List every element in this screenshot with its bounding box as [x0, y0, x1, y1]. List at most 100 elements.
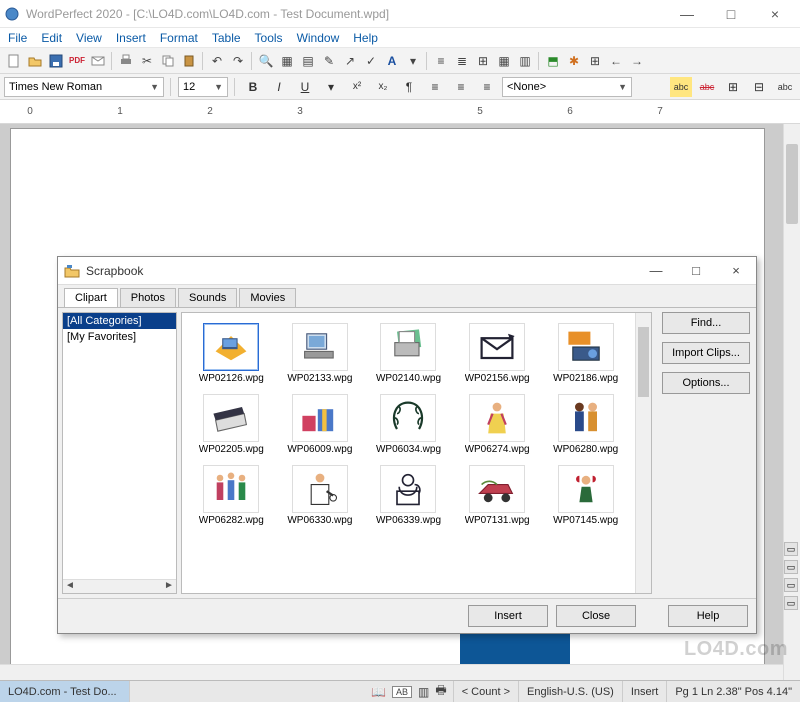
font-family-combo[interactable]: Times New Roman ▼ — [4, 77, 164, 97]
tab-clipart[interactable]: Clipart — [64, 288, 118, 307]
align-left-icon[interactable]: ≡ — [424, 77, 446, 97]
tool-icon[interactable]: ▾ — [320, 77, 342, 97]
dialog-titlebar[interactable]: Scrapbook — □ × — [58, 257, 756, 285]
save-icon[interactable] — [46, 51, 66, 71]
category-item[interactable]: [My Favorites] — [63, 329, 176, 345]
tool-icon[interactable]: ⊟ — [748, 77, 770, 97]
tool-icon[interactable]: ¶ — [398, 77, 420, 97]
tool-icon[interactable]: ✱ — [564, 51, 584, 71]
grid-scrollbar[interactable] — [635, 313, 651, 593]
clip-item[interactable]: WP06280.wpg — [542, 390, 629, 459]
tool-icon[interactable]: ⊞ — [585, 51, 605, 71]
font-size-combo[interactable]: 12 ▼ — [178, 77, 228, 97]
tool-icon[interactable]: ⊞ — [473, 51, 493, 71]
dialog-minimize-button[interactable]: — — [642, 263, 670, 278]
help-button[interactable]: Help — [668, 605, 748, 627]
tool-icon[interactable]: ▦ — [494, 51, 514, 71]
open-icon[interactable] — [25, 51, 45, 71]
clip-item[interactable]: WP06274.wpg — [454, 390, 541, 459]
strikethrough-icon[interactable]: abc — [696, 77, 718, 97]
highlight-icon[interactable]: abc — [670, 77, 692, 97]
copy-icon[interactable] — [158, 51, 178, 71]
tab-movies[interactable]: Movies — [239, 288, 296, 307]
clip-item[interactable]: WP06282.wpg — [188, 461, 275, 530]
tool-icon[interactable]: ▤ — [298, 51, 318, 71]
menu-view[interactable]: View — [70, 31, 108, 45]
new-icon[interactable] — [4, 51, 24, 71]
status-book-icon[interactable]: 📖 — [371, 685, 386, 699]
menu-table[interactable]: Table — [206, 31, 247, 45]
superscript-icon[interactable]: x² — [346, 77, 368, 97]
back-icon[interactable]: ← — [606, 51, 626, 71]
ruler[interactable]: 0 1 2 3 5 6 7 — [0, 100, 800, 124]
clip-item[interactable]: WP06330.wpg — [277, 461, 364, 530]
bold-button[interactable]: B — [242, 77, 264, 97]
clip-item[interactable]: WP02140.wpg — [365, 319, 452, 388]
menu-edit[interactable]: Edit — [35, 31, 68, 45]
clip-item[interactable]: WP02126.wpg — [188, 319, 275, 388]
tool-icon[interactable]: ▾ — [403, 51, 423, 71]
tool-icon[interactable]: ⊞ — [722, 77, 744, 97]
clip-item[interactable]: WP06034.wpg — [365, 390, 452, 459]
tool-icon[interactable]: ▦ — [277, 51, 297, 71]
menu-format[interactable]: Format — [154, 31, 204, 45]
tool-icon[interactable]: ▥ — [515, 51, 535, 71]
tab-photos[interactable]: Photos — [120, 288, 176, 307]
align-center-icon[interactable]: ≡ — [450, 77, 472, 97]
underline-button[interactable]: U — [294, 77, 316, 97]
clip-item[interactable]: WP07145.wpg — [542, 461, 629, 530]
numbers-icon[interactable]: ≣ — [452, 51, 472, 71]
clip-item[interactable]: WP06009.wpg — [277, 390, 364, 459]
dialog-maximize-button[interactable]: □ — [682, 263, 710, 278]
menu-insert[interactable]: Insert — [110, 31, 152, 45]
italic-button[interactable]: I — [268, 77, 290, 97]
clip-item[interactable]: WP02205.wpg — [188, 390, 275, 459]
scroll-right-icon[interactable]: ► — [162, 580, 176, 593]
tool-icon[interactable]: ↗ — [340, 51, 360, 71]
scrollbar-thumb[interactable] — [638, 327, 649, 397]
maximize-button[interactable]: □ — [716, 6, 746, 22]
tool-icon[interactable]: ⬒ — [543, 51, 563, 71]
tab-sounds[interactable]: Sounds — [178, 288, 237, 307]
scrollbar-thumb[interactable] — [786, 144, 798, 224]
insert-button[interactable]: Insert — [468, 605, 548, 627]
clip-item[interactable]: WP06339.wpg — [365, 461, 452, 530]
font-color-icon[interactable]: A — [382, 51, 402, 71]
tool-icon[interactable]: ✎ — [319, 51, 339, 71]
menu-help[interactable]: Help — [347, 31, 384, 45]
tool-icon[interactable]: ▭ — [784, 560, 798, 574]
menu-window[interactable]: Window — [291, 31, 346, 45]
horizontal-scrollbar[interactable] — [0, 664, 783, 680]
menu-tools[interactable]: Tools — [249, 31, 289, 45]
forward-icon[interactable]: → — [627, 51, 647, 71]
clip-item[interactable]: WP07131.wpg — [454, 461, 541, 530]
tool-icon[interactable]: ✓ — [361, 51, 381, 71]
category-hscroll[interactable]: ◄ ► — [63, 579, 176, 593]
tool-icon[interactable]: ▭ — [784, 578, 798, 592]
clip-item[interactable]: WP02186.wpg — [542, 319, 629, 388]
undo-icon[interactable]: ↶ — [207, 51, 227, 71]
status-language[interactable]: English-U.S. (US) — [519, 681, 623, 702]
redo-icon[interactable]: ↷ — [228, 51, 248, 71]
style-combo[interactable]: <None> ▼ — [502, 77, 632, 97]
mail-icon[interactable] — [88, 51, 108, 71]
cut-icon[interactable]: ✂ — [137, 51, 157, 71]
print-icon[interactable] — [116, 51, 136, 71]
status-tool-icon[interactable]: ▥ — [418, 685, 429, 699]
subscript-icon[interactable]: x₂ — [372, 77, 394, 97]
category-item[interactable]: [All Categories] — [63, 313, 176, 329]
options-button[interactable]: Options... — [662, 372, 750, 394]
tool-icon[interactable]: abc — [774, 77, 796, 97]
align-right-icon[interactable]: ≡ — [476, 77, 498, 97]
status-document-tab[interactable]: LO4D.com - Test Do... — [0, 681, 130, 702]
bullets-icon[interactable]: ≡ — [431, 51, 451, 71]
status-print-icon[interactable]: 🖶 — [435, 681, 446, 702]
minimize-button[interactable]: — — [672, 6, 702, 22]
status-count[interactable]: < Count > — [454, 681, 519, 702]
pdf-icon[interactable]: PDF — [67, 51, 87, 71]
close-button[interactable]: × — [760, 6, 790, 22]
search-icon[interactable]: 🔍 — [256, 51, 276, 71]
import-clips-button[interactable]: Import Clips... — [662, 342, 750, 364]
status-ab-button[interactable]: AB — [392, 686, 412, 698]
paste-icon[interactable] — [179, 51, 199, 71]
